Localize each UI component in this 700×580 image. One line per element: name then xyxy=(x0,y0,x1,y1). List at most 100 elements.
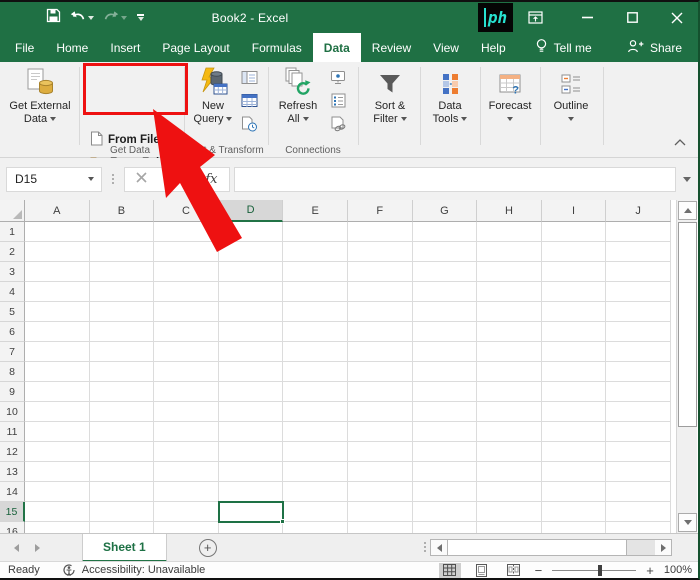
expand-formula-bar-icon[interactable] xyxy=(683,176,691,182)
recent-sources-icon[interactable] xyxy=(241,116,258,135)
cell-G10[interactable] xyxy=(412,402,478,422)
view-page-layout-icon[interactable] xyxy=(471,563,493,578)
cell-J15[interactable] xyxy=(606,502,671,522)
cell-I4[interactable] xyxy=(541,282,607,302)
get-external-data-button[interactable]: Get External Data xyxy=(4,65,76,126)
cell-J7[interactable] xyxy=(606,342,671,362)
cell-J8[interactable] xyxy=(606,362,671,382)
save-icon[interactable] xyxy=(46,8,61,28)
cell-H11[interactable] xyxy=(477,422,542,442)
cell-F4[interactable] xyxy=(347,282,413,302)
cell-F13[interactable] xyxy=(347,462,413,482)
row-header-1[interactable]: 1 xyxy=(0,222,25,242)
cell-I13[interactable] xyxy=(541,462,607,482)
undo-dropdown-icon[interactable] xyxy=(88,15,94,20)
column-header-D[interactable]: D xyxy=(218,200,284,222)
cell-E14[interactable] xyxy=(283,482,348,502)
cell-J1[interactable] xyxy=(606,222,671,242)
cell-F11[interactable] xyxy=(347,422,413,442)
cell-H14[interactable] xyxy=(477,482,542,502)
cell-E12[interactable] xyxy=(283,442,348,462)
cell-H5[interactable] xyxy=(477,302,542,322)
cell-C6[interactable] xyxy=(154,322,219,342)
cell-B3[interactable] xyxy=(89,262,155,282)
cell-J4[interactable] xyxy=(606,282,671,302)
ribbon-display-options-icon[interactable] xyxy=(520,2,550,33)
tab-formulas[interactable]: Formulas xyxy=(241,33,313,62)
redo-dropdown-icon[interactable] xyxy=(121,15,127,20)
cell-G13[interactable] xyxy=(412,462,478,482)
insert-function-icon[interactable]: fx xyxy=(205,172,217,187)
cell-B14[interactable] xyxy=(89,482,155,502)
cell-H2[interactable] xyxy=(477,242,542,262)
forecast-button[interactable]: ? Forecast xyxy=(482,65,538,126)
cell-H16[interactable] xyxy=(477,522,542,533)
cell-D9[interactable] xyxy=(218,382,284,402)
row-header-7[interactable]: 7 xyxy=(0,342,25,362)
edit-links-icon[interactable] xyxy=(330,116,347,135)
row-header-15[interactable]: 15 xyxy=(0,502,25,522)
cell-E1[interactable] xyxy=(283,222,348,242)
cell-B6[interactable] xyxy=(89,322,155,342)
close-button[interactable] xyxy=(662,2,692,33)
zoom-level[interactable]: 100% xyxy=(664,564,692,576)
cell-A6[interactable] xyxy=(25,322,90,342)
cell-H6[interactable] xyxy=(477,322,542,342)
cancel-icon[interactable] xyxy=(136,170,148,188)
cell-H8[interactable] xyxy=(477,362,542,382)
tab-review[interactable]: Review xyxy=(361,33,422,62)
cell-D10[interactable] xyxy=(218,402,284,422)
column-header-F[interactable]: F xyxy=(347,200,413,222)
scroll-up-icon[interactable] xyxy=(678,201,697,220)
cell-J5[interactable] xyxy=(606,302,671,322)
column-header-H[interactable]: H xyxy=(477,200,542,222)
cell-A9[interactable] xyxy=(25,382,90,402)
cell-D5[interactable] xyxy=(218,302,284,322)
vertical-scroll-thumb[interactable] xyxy=(678,222,697,427)
cell-F10[interactable] xyxy=(347,402,413,422)
row-header-14[interactable]: 14 xyxy=(0,482,25,502)
row-header-11[interactable]: 11 xyxy=(0,422,25,442)
cell-I2[interactable] xyxy=(541,242,607,262)
cell-E8[interactable] xyxy=(283,362,348,382)
cell-A11[interactable] xyxy=(25,422,90,442)
cell-F15[interactable] xyxy=(347,502,413,522)
cell-D8[interactable] xyxy=(218,362,284,382)
tab-file[interactable]: File xyxy=(4,33,45,62)
cell-D12[interactable] xyxy=(218,442,284,462)
cell-A12[interactable] xyxy=(25,442,90,462)
cell-E7[interactable] xyxy=(283,342,348,362)
cell-E3[interactable] xyxy=(283,262,348,282)
cell-C9[interactable] xyxy=(154,382,219,402)
cell-C11[interactable] xyxy=(154,422,219,442)
cell-E9[interactable] xyxy=(283,382,348,402)
cell-E4[interactable] xyxy=(283,282,348,302)
cell-D2[interactable] xyxy=(218,242,284,262)
cell-H13[interactable] xyxy=(477,462,542,482)
cell-A3[interactable] xyxy=(25,262,90,282)
cell-E2[interactable] xyxy=(283,242,348,262)
row-header-9[interactable]: 9 xyxy=(0,382,25,402)
cell-J11[interactable] xyxy=(606,422,671,442)
cell-E16[interactable] xyxy=(283,522,348,533)
cell-F5[interactable] xyxy=(347,302,413,322)
cell-F2[interactable] xyxy=(347,242,413,262)
cell-E11[interactable] xyxy=(283,422,348,442)
cell-F3[interactable] xyxy=(347,262,413,282)
cell-G7[interactable] xyxy=(412,342,478,362)
cell-G14[interactable] xyxy=(412,482,478,502)
cell-I16[interactable] xyxy=(541,522,607,533)
cell-I1[interactable] xyxy=(541,222,607,242)
cell-J13[interactable] xyxy=(606,462,671,482)
cell-G15[interactable] xyxy=(412,502,478,522)
formula-input[interactable] xyxy=(234,166,676,192)
cell-B12[interactable] xyxy=(89,442,155,462)
cell-C8[interactable] xyxy=(154,362,219,382)
cell-H3[interactable] xyxy=(477,262,542,282)
cell-H10[interactable] xyxy=(477,402,542,422)
from-table-icon[interactable] xyxy=(241,93,258,111)
scroll-left-icon[interactable] xyxy=(431,540,447,555)
cell-H4[interactable] xyxy=(477,282,542,302)
row-header-6[interactable]: 6 xyxy=(0,322,25,342)
cell-A5[interactable] xyxy=(25,302,90,322)
